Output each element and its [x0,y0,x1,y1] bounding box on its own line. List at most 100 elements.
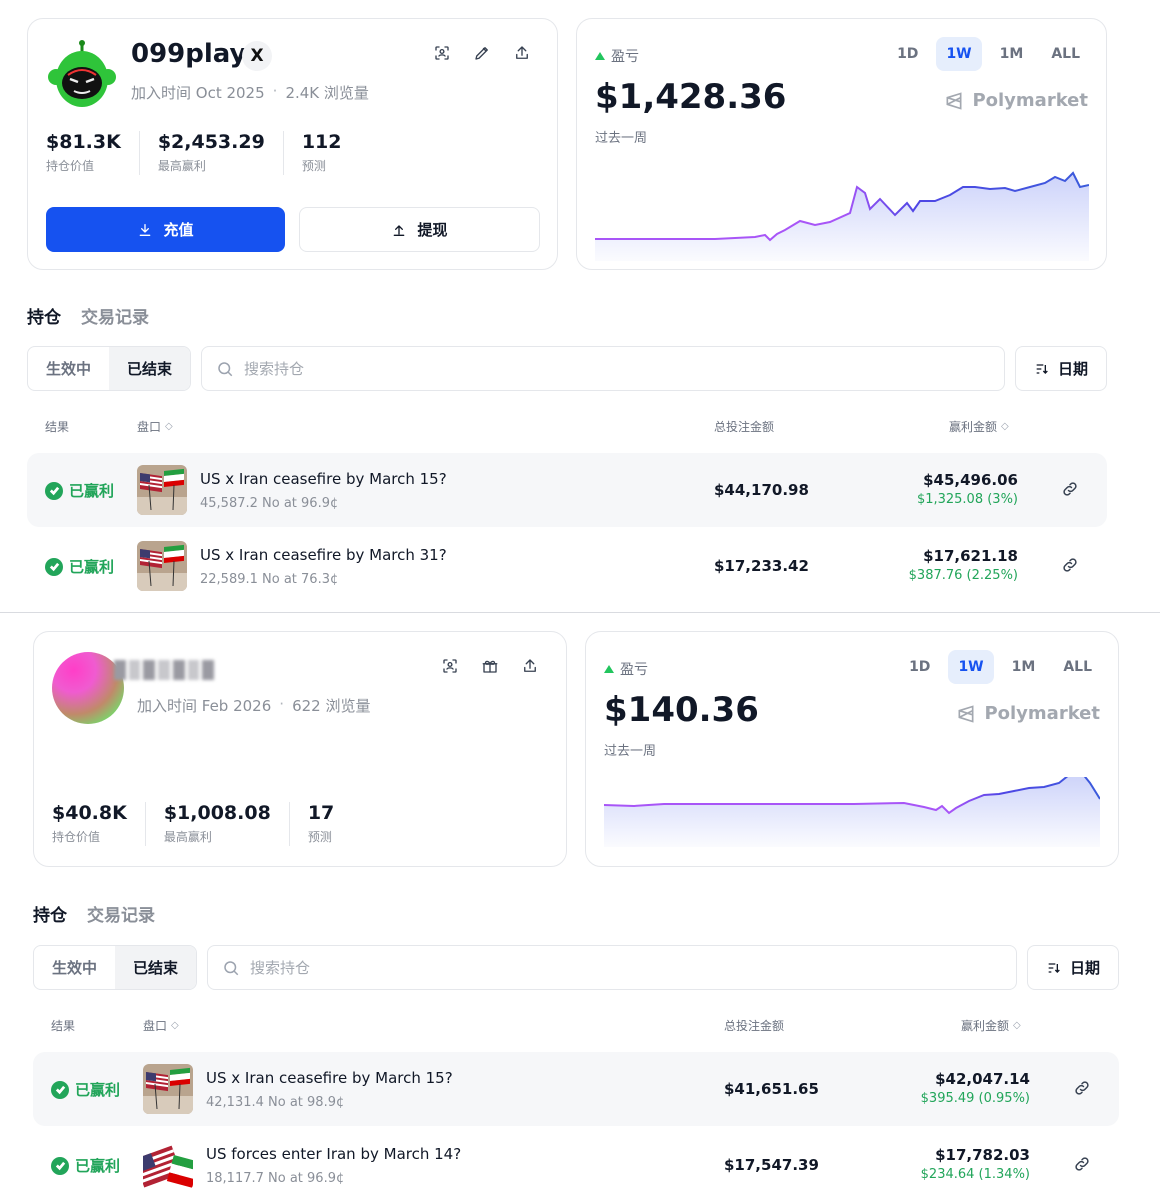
tab-positions[interactable]: 持仓 [33,901,67,926]
sort-icon [1048,962,1060,973]
upload-icon [394,224,405,236]
market-title[interactable]: US x Iran ceasefire by March 15? [200,470,447,488]
segment-closed[interactable]: 已结束 [115,946,197,989]
range-tab-1m[interactable]: 1M [990,37,1034,71]
positions-tabs: 持仓 交易记录 [27,303,149,328]
total-bet: $17,233.42 [714,557,809,575]
win-amount: $17,782.03 [935,1146,1030,1164]
range-tabs: 1D 1W 1M ALL [899,650,1102,684]
sort-icon [1036,363,1048,374]
search-input[interactable] [244,359,845,378]
pnl-label-text: 盈亏 [620,662,648,678]
avatar[interactable] [46,39,118,111]
header-market[interactable]: 盘口 ◇ [143,1017,179,1034]
pencil-icon[interactable] [472,43,492,63]
search-input[interactable] [250,958,851,977]
market-thumbnail [137,465,187,515]
meta-separator: · [279,695,285,713]
header-label: 盘口 [137,420,162,434]
withdraw-button[interactable]: 提现 [299,207,540,252]
market-position: 22,589.1 No at 76.3¢ [200,572,339,587]
scan-icon[interactable] [432,43,452,63]
deposit-button[interactable]: 充值 [46,207,285,252]
win-amount: $45,496.06 [923,471,1018,489]
link-icon[interactable] [1061,480,1081,500]
range-tab-all[interactable]: ALL [1053,650,1102,684]
pnl-label-text: 盈亏 [611,49,639,65]
stat-predictions: 112 预测 [302,131,360,175]
panel-account-2: 加入时间 Feb 2026 · 622 浏览量 $40.8K 持仓价值 $1,0… [0,613,1160,1200]
profile-stats: $81.3K 持仓价值 $2,453.29 最高赢利 112 预测 [46,131,377,175]
check-circle-icon [51,1156,69,1175]
sort-toggle-icon: ◇ [1013,1020,1021,1031]
stat-position-value: $81.3K 持仓价值 [46,131,140,175]
table-row[interactable]: 已赢利 US x Iran ceasefire by March 15? 45,… [27,453,1107,527]
brand-name: Polymarket [984,703,1100,724]
range-tab-1d[interactable]: 1D [887,37,928,71]
pnl-label: 盈亏 [604,659,648,679]
search-icon [218,361,233,376]
header-winnings[interactable]: 赢利金额 ◇ [961,1017,1021,1034]
segment-closed[interactable]: 已结束 [109,347,191,390]
share-icon[interactable] [520,656,540,676]
pnl-period: 过去一周 [595,131,648,146]
profile-card: 加入时间 Feb 2026 · 622 浏览量 $40.8K 持仓价值 $1,0… [33,631,567,867]
segment-active[interactable]: 生效中 [34,946,115,989]
header-label: 总投注金额 [724,1019,785,1033]
join-date: 加入时间 Oct 2025 [131,84,265,102]
market-position: 45,587.2 No at 96.9¢ [200,496,339,511]
range-tab-1w[interactable]: 1W [936,37,982,71]
tab-positions[interactable]: 持仓 [27,303,61,328]
winnings: $17,782.03 $234.64 (1.34%) [921,1146,1030,1182]
win-amount: $17,621.18 [923,547,1018,565]
filter-row: 生效中 已结束 日期 [33,945,1119,990]
tab-activity[interactable]: 交易记录 [87,901,155,926]
search-box [201,346,1005,391]
table-row[interactable]: 已赢利 US forces enter Iran by March 14? 18… [33,1128,1119,1200]
status-segment: 生效中 已结束 [27,346,192,391]
pnl-card: 盈亏 $140.36 过去一周 1D 1W 1M ALL Polymarket [585,631,1119,867]
profile-meta: 加入时间 Oct 2025 · 2.4K 浏览量 [131,82,369,103]
meta-separator: · [272,82,278,100]
status-label: 已赢利 [75,1157,121,1175]
range-tab-1d[interactable]: 1D [899,650,940,684]
segment-active[interactable]: 生效中 [28,347,109,390]
tab-activity[interactable]: 交易记录 [81,303,149,328]
sort-date-button[interactable]: 日期 [1027,945,1119,990]
header-winnings[interactable]: 赢利金额 ◇ [949,418,1009,435]
link-icon[interactable] [1073,1155,1093,1175]
win-gain: $234.64 (1.34%) [920,1167,1030,1182]
range-tab-all[interactable]: ALL [1041,37,1090,71]
header-market[interactable]: 盘口 ◇ [137,418,173,435]
pnl-value: $1,428.36 [595,77,787,117]
sort-label: 日期 [1069,959,1100,977]
table-row[interactable]: 已赢利 US x Iran ceasefire by March 31? 22,… [27,529,1107,603]
winnings: $42,047.14 $395.49 (0.95%) [921,1070,1030,1106]
username: 099play [131,39,247,69]
gift-icon[interactable] [480,656,500,676]
sort-date-button[interactable]: 日期 [1015,346,1107,391]
link-icon[interactable] [1061,556,1081,576]
pnl-sparkline [595,171,1089,261]
share-icon[interactable] [512,43,532,63]
table-row[interactable]: 已赢利 US x Iran ceasefire by March 15? 42,… [33,1052,1119,1126]
range-tab-1w[interactable]: 1W [948,650,994,684]
total-bet: $17,547.39 [724,1156,819,1174]
range-tab-1m[interactable]: 1M [1002,650,1046,684]
pnl-value: $140.36 [604,690,759,730]
x-social-link[interactable]: X [242,41,272,71]
join-date: 加入时间 Feb 2026 [137,697,272,715]
market-title[interactable]: US forces enter Iran by March 14? [206,1145,461,1163]
search-icon [224,960,239,975]
withdraw-label: 提现 [417,221,448,239]
market-title[interactable]: US x Iran ceasefire by March 15? [206,1069,453,1087]
market-title[interactable]: US x Iran ceasefire by March 31? [200,546,447,564]
header-label: 盘口 [143,1019,168,1033]
header-total-bet: 总投注金额 [724,1017,784,1034]
polymarket-brand: Polymarket [944,90,1088,111]
scan-icon[interactable] [440,656,460,676]
header-label: 结果 [45,420,70,434]
stat-value: $81.3K [46,131,121,153]
link-icon[interactable] [1073,1079,1093,1099]
header-label: 赢利金额 [949,420,998,434]
